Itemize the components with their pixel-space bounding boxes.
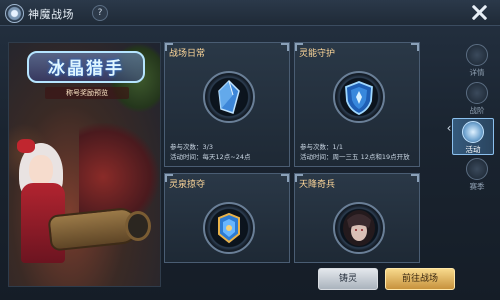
activity-card-plunder[interactable]: 灵泉掠夺 [164,173,290,263]
card-info: 参与次数：1/1 活动时间：周一三五 12点和19点开放 [300,142,410,162]
card-title: 天降奇兵 [299,180,336,190]
tab-label: 详情 [469,68,485,77]
promo-subtitle: 称号奖励预览 [45,87,129,99]
top-bar: 神魔战场 ? [0,0,500,26]
tab-season[interactable]: 赛季 [460,156,494,193]
card-title: 灵能守护 [299,49,336,59]
activity-icon [462,121,484,143]
title-reward-preview-panel[interactable]: 冰晶猎手 称号奖励预览 [8,42,161,287]
corner-decoration [281,43,289,51]
time-label: 活动时间： [300,153,333,161]
tab-label: 战阶 [469,106,485,115]
blue-gold-emblem-icon [203,202,255,254]
season-icon [466,158,488,180]
promo-title-badge: 冰晶猎手 [27,51,145,83]
character-face-art [29,155,53,185]
close-button[interactable] [470,3,488,21]
help-button[interactable]: ? [92,5,108,21]
blue-gold-emblem-glyph [218,212,240,244]
time-value: 周一三五 12点和19点开放 [332,153,410,161]
blue-crystal-glyph [218,79,240,114]
blue-crystal-icon [203,71,255,123]
activity-card-daily[interactable]: 战场日常 参与次数：3/3 活动时间：每天12点~24点 [164,42,290,167]
card-title: 战场日常 [169,49,206,59]
details-icon [466,44,488,66]
side-tab-bar: 详情 战阶 活动 赛季 [452,42,494,193]
window-title: 神魔战场 [28,8,74,21]
rank-icon [466,82,488,104]
time-value: 每天12点~24点 [202,153,251,161]
tab-label: 赛季 [469,182,485,191]
forge-button[interactable]: 铸灵 [318,268,378,290]
battlefield-emblem-icon [5,4,24,23]
corner-decoration [411,174,419,182]
tab-label: 活动 [465,145,481,154]
tab-activity[interactable]: 活动 [452,118,494,155]
card-info: 参与次数：3/3 活动时间：每天12点~24点 [170,142,251,162]
attempts-label: 参与次数： [170,143,203,151]
dark-warrior-glyph [343,210,375,246]
blue-shield-glyph [345,81,373,115]
dark-warrior-portrait-icon [333,202,385,254]
tab-rank[interactable]: 战阶 [460,80,494,117]
tab-details[interactable]: 详情 [460,42,494,79]
time-label: 活动时间： [170,153,203,161]
attempts-label: 参与次数： [300,143,333,151]
corner-decoration [281,174,289,182]
attempts-value: 3/3 [202,143,213,151]
card-title: 灵泉掠夺 [169,180,206,190]
blue-shield-icon [333,71,385,123]
attempts-value: 1/1 [332,143,343,151]
corner-decoration [411,43,419,51]
activity-card-guard[interactable]: 灵能守护 参与次数：1/1 活动时间：周一三五 12点和19点开放 [294,42,420,167]
character-bow-art [17,139,35,153]
dragon-wing-art [79,123,159,213]
go-to-battlefield-button[interactable]: 前往战场 [385,268,455,290]
cannon-muzzle-art [125,211,151,241]
activity-card-reinforcement[interactable]: 天降奇兵 [294,173,420,263]
